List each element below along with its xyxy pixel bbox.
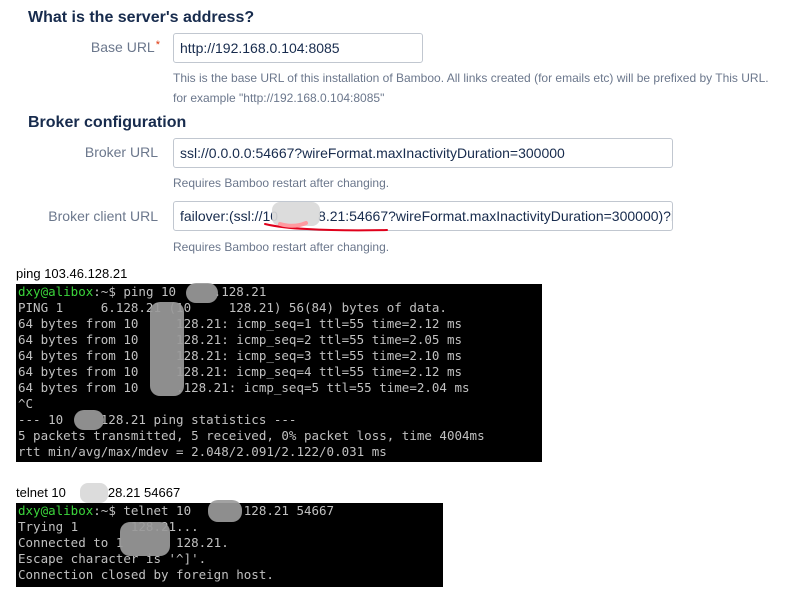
terminal-line-text: 64 bytes from 10 128.21: icmp_seq=4 ttl=… xyxy=(18,364,463,379)
terminal-line: 64 bytes from 10 128.21: icmp_seq=4 ttl=… xyxy=(18,364,540,380)
redaction-blur xyxy=(186,283,218,303)
required-mark: * xyxy=(155,39,160,51)
redaction-blur xyxy=(150,302,184,396)
broker-url-help: Requires Bamboo restart after changing. xyxy=(173,176,390,190)
terminal-line-text: Connection closed by foreign host. xyxy=(18,567,274,582)
redaction-blur xyxy=(80,483,108,503)
terminal-line-text: 64 bytes from 10 .128.21: icmp_seq=5 ttl… xyxy=(18,380,470,395)
terminal-line-text: PING 1 6.128.21 (10 128.21) 56(84) bytes… xyxy=(18,300,447,315)
terminal-line: PING 1 6.128.21 (10 128.21) 56(84) bytes… xyxy=(18,300,540,316)
terminal-line-text: ^C xyxy=(18,396,34,411)
broker-url-label: Broker URL xyxy=(84,144,158,160)
terminal-line: 64 bytes from 10 .128.21: icmp_seq=5 ttl… xyxy=(18,380,540,396)
terminal-line-text: 64 bytes from 10 128.21: icmp_seq=2 ttl=… xyxy=(18,332,463,347)
ping-output: dxy@alibox:~$ ping 10 .128.21 PING 1 6.12… xyxy=(18,284,540,460)
ping-caption: ping 103.46.128.21 xyxy=(16,266,128,281)
terminal-line: Escape character is '^]'. xyxy=(18,551,441,567)
terminal-line-text: --- 10 128.21 ping statistics --- xyxy=(18,412,297,427)
terminal-line-text: :~$ ping 10 .128.21 xyxy=(93,284,267,299)
redaction-blur xyxy=(208,500,242,522)
telnet-caption-a: telnet 10 xyxy=(16,485,66,500)
base-url-label-text: Base URL xyxy=(90,39,155,55)
broker-client-url-help: Requires Bamboo restart after changing. xyxy=(173,240,390,254)
terminal-line: dxy@alibox:~$ ping 10 .128.21 xyxy=(18,284,540,300)
base-url-input[interactable]: http://192.168.0.104:8085 xyxy=(173,33,423,63)
broker-configuration-heading: Broker configuration xyxy=(28,114,187,131)
server-address-heading: What is the server's address? xyxy=(28,9,255,26)
redaction-blur xyxy=(74,410,104,430)
terminal-line-text: Trying 1 128.21... xyxy=(18,519,199,534)
shell-prompt: dxy@alibox xyxy=(18,503,94,518)
base-url-label: Base URL* xyxy=(10,39,160,55)
redaction-blur xyxy=(120,522,170,556)
terminal-line: 64 bytes from 10 128.21: icmp_seq=2 ttl=… xyxy=(18,332,540,348)
terminal-line-text: 64 bytes from 10 128.21: icmp_seq=1 ttl=… xyxy=(18,316,463,331)
terminal-line: 64 bytes from 10 128.21: icmp_seq=3 ttl=… xyxy=(18,348,540,364)
ping-terminal: dxy@alibox:~$ ping 10 .128.21 PING 1 6.12… xyxy=(16,284,542,462)
base-url-help: This is the base URL of this installatio… xyxy=(173,71,769,85)
terminal-line: 64 bytes from 10 128.21: icmp_seq=1 ttl=… xyxy=(18,316,540,332)
base-url-example: for example "http://192.168.0.104:8085" xyxy=(173,91,385,105)
broker-client-url-label: Broker client URL xyxy=(48,208,158,224)
terminal-line: 5 packets transmitted, 5 received, 0% pa… xyxy=(18,428,540,444)
terminal-line-text: 64 bytes from 10 128.21: icmp_seq=3 ttl=… xyxy=(18,348,463,363)
terminal-line-text: rtt min/avg/max/mdev = 2.048/2.091/2.122… xyxy=(18,444,387,459)
terminal-line: Connection closed by foreign host. xyxy=(18,567,441,583)
broker-url-input[interactable]: ssl://0.0.0.0:54667?wireFormat.maxInacti… xyxy=(173,138,673,168)
terminal-line: rtt min/avg/max/mdev = 2.048/2.091/2.122… xyxy=(18,444,540,460)
terminal-line-text: 5 packets transmitted, 5 received, 0% pa… xyxy=(18,428,485,443)
telnet-caption-b: 28.21 54667 xyxy=(107,485,181,500)
terminal-line-text: Escape character is '^]'. xyxy=(18,551,207,566)
red-underline-annotation xyxy=(264,221,388,232)
terminal-line: Connected to 1 128.21. xyxy=(18,535,441,551)
broker-client-url-input[interactable]: failover:(ssl://10 8.21:54667?wireFormat.… xyxy=(173,201,673,231)
shell-prompt: dxy@alibox xyxy=(18,284,94,299)
